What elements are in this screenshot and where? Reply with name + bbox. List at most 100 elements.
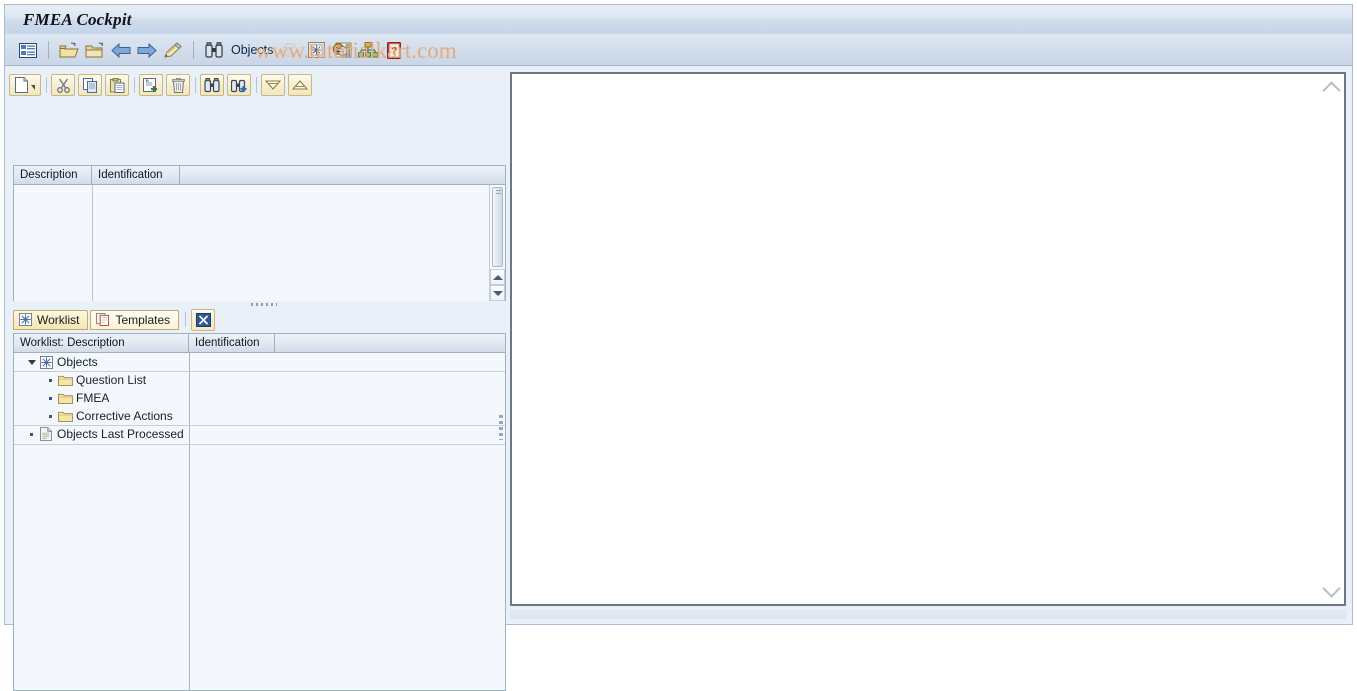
find-button[interactable] [200, 74, 224, 96]
toolbar-separator [48, 41, 49, 59]
list-toolbar [9, 72, 506, 98]
column-header-identification[interactable]: Identification [92, 166, 180, 184]
objects-button-label[interactable]: Objects [231, 43, 273, 57]
toolbar-separator [256, 77, 257, 93]
scrollbar-grip-icon [496, 190, 501, 194]
content-bottom-strip [510, 610, 1346, 619]
create-with-template-button[interactable] [139, 74, 163, 96]
tab-worklist-label: Worklist [37, 312, 80, 327]
scroll-down-button[interactable] [490, 285, 505, 301]
column-header-description[interactable]: Description [14, 166, 92, 184]
folder-icon [57, 389, 73, 407]
leaf-dot-icon [25, 425, 38, 443]
templates-icon [96, 313, 110, 326]
closed-folder-icon[interactable] [82, 38, 108, 62]
svg-text:?: ? [392, 46, 398, 57]
content-scroll-up-button[interactable] [1320, 76, 1342, 100]
leaf-dot-icon [44, 371, 57, 389]
object-list-grid: Description Identification [13, 165, 506, 301]
expand-all-button[interactable] [261, 74, 285, 96]
leaf-dot-icon [44, 389, 57, 407]
find-next-button[interactable] [227, 74, 251, 96]
worklist-header-row: Worklist: Description Identification [14, 334, 505, 353]
grid-vertical-scrollbar[interactable] [489, 185, 505, 301]
forward-arrow-icon[interactable] [134, 38, 160, 62]
tree-node-objects-last-processed[interactable]: Objects Last Processed [14, 425, 505, 443]
copy-button[interactable] [78, 74, 102, 96]
horizontal-splitter[interactable] [13, 301, 506, 309]
toolbar-separator [46, 77, 47, 93]
menu-list-icon[interactable] [15, 38, 41, 62]
grid-body [14, 185, 505, 301]
cut-button[interactable] [51, 74, 75, 96]
copyright-icon[interactable]: C [277, 38, 303, 62]
worklist-tree-body: Objects Question List FMEA Corrective Ac… [14, 353, 505, 690]
grid-header-row: Description Identification [14, 166, 505, 185]
toolbar-separator [195, 77, 196, 93]
pencil-edit-icon[interactable] [160, 38, 186, 62]
folder-icon [57, 407, 73, 425]
fmea-cockpit-window: FMEA Cockpit Objects C ? www.tutorialkar… [0, 0, 1357, 691]
tree-node-label: FMEA [76, 391, 110, 405]
svg-text:C: C [287, 46, 293, 56]
tree-node-question-list[interactable]: Question List [14, 371, 505, 389]
tree-node-label: Corrective Actions [76, 409, 173, 423]
tree-node-label: Objects Last Processed [57, 427, 184, 441]
worklist-icon [19, 313, 32, 326]
scroll-up-button[interactable] [490, 269, 505, 285]
tree-node-label: Objects [57, 355, 98, 369]
tree-node-objects[interactable]: Objects [14, 353, 505, 371]
delete-button[interactable] [166, 74, 190, 96]
tree-row-divider [14, 444, 505, 445]
document-icon [38, 425, 54, 443]
folder-icon [57, 371, 73, 389]
scrollbar-track[interactable] [490, 185, 505, 269]
column-header-worklist-identification[interactable]: Identification [189, 334, 275, 352]
tab-templates-label: Templates [115, 312, 171, 327]
column-header-worklist-blank[interactable] [275, 334, 505, 352]
splitter-grip-icon [251, 303, 277, 306]
binoculars-icon[interactable] [201, 38, 227, 62]
theater-masks-icon[interactable] [329, 38, 355, 62]
tab-worklist[interactable]: Worklist [13, 309, 89, 330]
open-folder-icon[interactable] [56, 38, 82, 62]
worklist-tree-panel: Worklist: Description Identification Obj… [13, 333, 506, 691]
toolbar-separator [193, 41, 194, 59]
close-worklist-button[interactable] [191, 308, 216, 331]
main-body: Description Identification Worklist Temp… [4, 66, 1353, 691]
left-column: Description Identification Worklist Temp… [5, 66, 508, 691]
expand-caret-down-icon[interactable] [25, 353, 38, 371]
worklist-icon[interactable] [303, 38, 329, 62]
content-scroll-down-button[interactable] [1320, 578, 1342, 602]
tree-rows: Objects Question List FMEA Corrective Ac… [14, 353, 505, 445]
main-toolbar: Objects C ? [4, 34, 1353, 66]
new-object-button[interactable] [9, 74, 41, 96]
worklist-tab-bar: Worklist Templates [13, 308, 506, 331]
scrollbar-thumb[interactable] [492, 187, 503, 267]
collapse-all-button[interactable] [288, 74, 312, 96]
content-panel [510, 72, 1346, 606]
title-bar: FMEA Cockpit [4, 4, 1353, 34]
tree-node-corrective-actions[interactable]: Corrective Actions [14, 407, 505, 425]
leaf-dot-icon [44, 407, 57, 425]
back-arrow-icon[interactable] [108, 38, 134, 62]
chevron-down-icon [1321, 578, 1341, 598]
window-title: FMEA Cockpit [23, 10, 132, 29]
paste-button[interactable] [105, 74, 129, 96]
tree-node-label: Question List [76, 373, 147, 387]
tree-node-fmea[interactable]: FMEA [14, 389, 505, 407]
triangle-down-icon [492, 290, 503, 296]
tab-separator [185, 312, 187, 327]
column-header-worklist-description[interactable]: Worklist: Description [14, 334, 189, 352]
column-divider [92, 185, 93, 301]
dropdown-arrow-icon[interactable] [31, 85, 35, 90]
tree-vertical-splitter-grip[interactable] [499, 415, 503, 440]
triangle-up-icon [492, 274, 503, 280]
chevron-up-icon [1321, 80, 1341, 100]
column-header-blank[interactable] [180, 166, 505, 184]
help-book-icon[interactable]: ? [381, 38, 407, 62]
toolbar-separator [134, 77, 135, 93]
worklist-node-icon [38, 353, 54, 371]
hierarchy-icon[interactable] [355, 38, 381, 62]
tab-templates[interactable]: Templates [90, 309, 180, 330]
